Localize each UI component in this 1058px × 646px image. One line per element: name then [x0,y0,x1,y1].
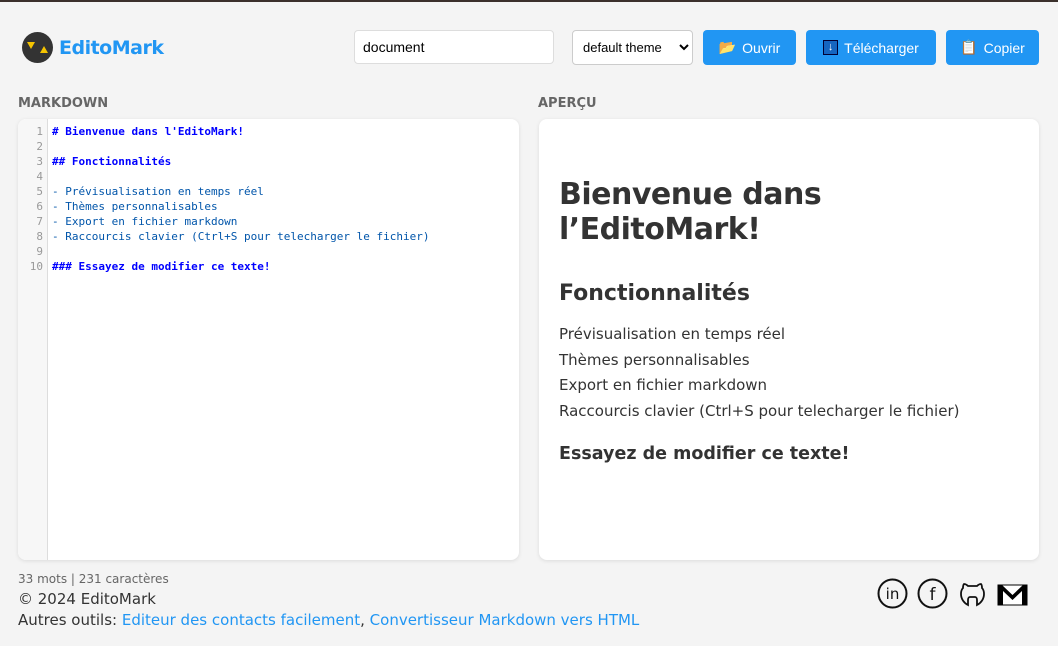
code-line: - Export en fichier markdown [52,215,238,228]
line-number: 5 [36,185,43,198]
linkedin-icon[interactable]: in [877,578,908,609]
list-item: Raccourcis clavier (Ctrl+S pour telechar… [559,401,960,420]
line-number: 4 [36,170,43,183]
markdown-label: MARKDOWN [18,96,109,111]
code-line: ### Essayez de modifier ce texte! [52,260,271,273]
code-line: - Raccourcis clavier (Ctrl+S pour telech… [52,230,430,243]
clipboard-icon: 📋 [960,39,978,55]
line-gutter: 1 2 3 4 5 6 7 8 9 10 [18,119,48,560]
copyright: © 2024 EditoMark [18,590,156,608]
list-item: Prévisualisation en temps réel [559,325,786,343]
preview-label: APERÇU [538,96,597,111]
copy-button[interactable]: 📋 Copier [946,30,1039,65]
list-item: Export en fichier markdown [559,376,768,394]
github-icon[interactable] [957,578,988,609]
editor-text[interactable]: # Bienvenue dans l'EditoMark! ## Fonction… [52,124,430,274]
markdown-editor[interactable]: 1 2 3 4 5 6 7 8 9 10 # Bienvenue dans l'EditoMark… [18,119,519,560]
code-line: - Thèmes personnalisables [52,200,218,213]
logo-text: EditoMark [59,36,164,59]
md-to-html-link[interactable]: Convertisseur Markdown vers HTML [370,611,640,629]
preview-h2: Fonctionnalités [559,281,750,306]
facebook-icon[interactable]: f [917,578,948,609]
download-icon: ↓ [823,40,839,55]
line-number: 7 [36,215,43,228]
code-line: # Bienvenue dans l'EditoMark! [52,125,245,138]
line-number: 1 [36,125,43,138]
other-tools: Autres outils: Editeur des contacts faci… [18,611,639,629]
tools-label: Autres outils: [18,611,122,629]
social-links: in f [877,578,1028,609]
logo[interactable]: EditoMark [22,32,164,63]
theme-select[interactable]: default theme [572,30,693,65]
code-line: ## Fonctionnalités [52,155,172,168]
open-button[interactable]: 📂 Ouvrir [703,30,796,65]
download-button[interactable]: ↓ Télécharger [806,30,936,65]
line-number: 2 [36,140,43,153]
copy-label: Copier [983,39,1025,56]
svg-text:in: in [886,585,900,603]
preview-h1: Bienvenue dans l’EditoMark! [559,177,822,247]
line-number: 9 [36,245,43,258]
preview-list: Prévisualisation en temps réel Thèmes pe… [559,322,1019,424]
filename-input[interactable] [354,30,554,64]
separator: , [360,611,370,629]
line-number: 10 [29,260,43,273]
code-line: - Prévisualisation en temps réel [52,185,264,198]
preview-h3: Essayez de modifier ce texte! [559,444,850,464]
download-label: Télécharger [844,39,919,56]
svg-text:f: f [930,585,937,605]
line-number: 8 [36,230,43,243]
line-number: 6 [36,200,43,213]
list-item: Thèmes personnalisables [559,350,750,369]
line-number: 3 [36,155,43,168]
gmail-icon[interactable] [997,578,1028,609]
folder-icon: 📂 [718,39,737,55]
word-count: 33 mots | 231 caractères [18,572,169,586]
contacts-editor-link[interactable]: Editeur des contacts facilement [122,611,360,629]
logo-icon [22,32,53,63]
open-label: Ouvrir [742,39,781,56]
preview-panel: Bienvenue dans l’EditoMark! Fonctionnali… [539,119,1039,560]
